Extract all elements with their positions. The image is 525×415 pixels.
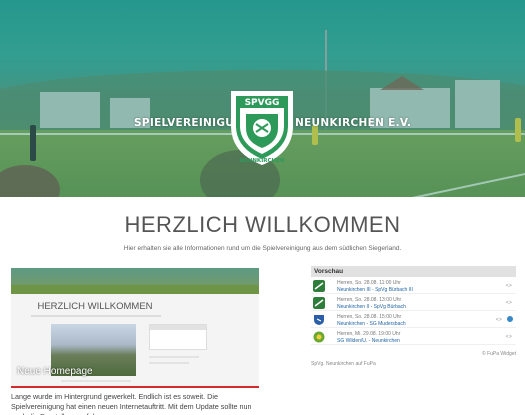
crest-bottom-text: NEUNKIRCHEN bbox=[240, 158, 285, 164]
team-logo-icon bbox=[313, 280, 325, 292]
match-details-arrow[interactable]: <> bbox=[496, 317, 502, 323]
match-row[interactable]: Herren, So. 28.08. 15:00 Uhr Neunkirchen… bbox=[311, 311, 516, 328]
thumb-hero bbox=[11, 268, 259, 294]
thumb-line bbox=[61, 380, 131, 382]
thumb-widget bbox=[149, 324, 207, 350]
match-row[interactable]: Herren, So. 28.08. 13:00 Uhr Neunkirchen… bbox=[311, 294, 516, 311]
widget-heading: Vorschau bbox=[311, 266, 516, 277]
page-subtitle: Hier erhalten sie alle Informationen run… bbox=[123, 245, 402, 252]
match-details-arrow[interactable]: <> bbox=[506, 300, 512, 306]
team-logo-icon bbox=[313, 331, 325, 343]
hero-banner: SPIELVEREINIGUNG NEUNKIRCHEN E.V. SPVGG … bbox=[0, 0, 525, 197]
news-excerpt: Lange wurde im Hintergrund gewerkelt. En… bbox=[11, 392, 252, 415]
news-divider bbox=[11, 386, 259, 388]
team-logo-icon bbox=[314, 315, 324, 325]
fupa-link[interactable]: SpVg. Neunkirchen auf FuPa bbox=[311, 361, 376, 367]
team-logo-icon bbox=[313, 297, 325, 309]
thumb-line bbox=[149, 356, 199, 358]
match-date: Herren, So. 28.08. 13:00 Uhr bbox=[337, 297, 402, 303]
match-teams[interactable]: SG Wilden/U. - Neunkirchen bbox=[337, 338, 400, 344]
match-teams[interactable]: Neunkirchen II - SpVg Bürbach bbox=[337, 304, 406, 310]
page-title: HERZLICH WILLKOMMEN bbox=[124, 212, 401, 237]
match-details-arrow[interactable]: <> bbox=[506, 283, 512, 289]
match-row[interactable]: Herren, Mi. 29.08. 19:00 Uhr SG Wilden/U… bbox=[311, 328, 516, 345]
widget-credit[interactable]: © FuPa Widget bbox=[482, 351, 516, 357]
info-icon[interactable] bbox=[507, 316, 513, 322]
match-date: Herren, So. 28.08. 11:00 Uhr bbox=[337, 280, 401, 286]
thumb-subtitle-line bbox=[31, 315, 161, 317]
match-details-arrow[interactable]: <> bbox=[506, 334, 512, 340]
crest-top-text: SPVGG bbox=[245, 98, 280, 108]
club-name-right: NEUNKIRCHEN E.V. bbox=[295, 117, 412, 129]
match-row[interactable]: Herren, So. 28.08. 11:00 Uhr Neunkirchen… bbox=[311, 277, 516, 294]
club-crest-logo[interactable]: SPVGG NEUNKIRCHEN bbox=[226, 82, 298, 166]
match-date: Herren, Mi. 29.08. 19:00 Uhr bbox=[337, 331, 401, 337]
match-teams[interactable]: Neunkirchen - SG Mudersbach bbox=[337, 321, 406, 327]
thumb-title: HERZLICH WILLKOMMEN bbox=[37, 301, 153, 312]
fixtures-widget: Vorschau Herren, So. 28.08. 11:00 Uhr Ne… bbox=[311, 266, 516, 367]
match-date: Herren, So. 28.08. 15:00 Uhr bbox=[337, 314, 402, 320]
thumb-line bbox=[149, 362, 189, 364]
match-teams[interactable]: Neunkirchen III - SpVg Bürbach III bbox=[337, 287, 413, 293]
news-thumbnail[interactable]: HERZLICH WILLKOMMEN Neue Homepage bbox=[11, 268, 259, 386]
news-card[interactable]: HERZLICH WILLKOMMEN Neue Homepage Lange … bbox=[11, 268, 259, 415]
news-headline[interactable]: Neue Homepage bbox=[17, 366, 93, 377]
